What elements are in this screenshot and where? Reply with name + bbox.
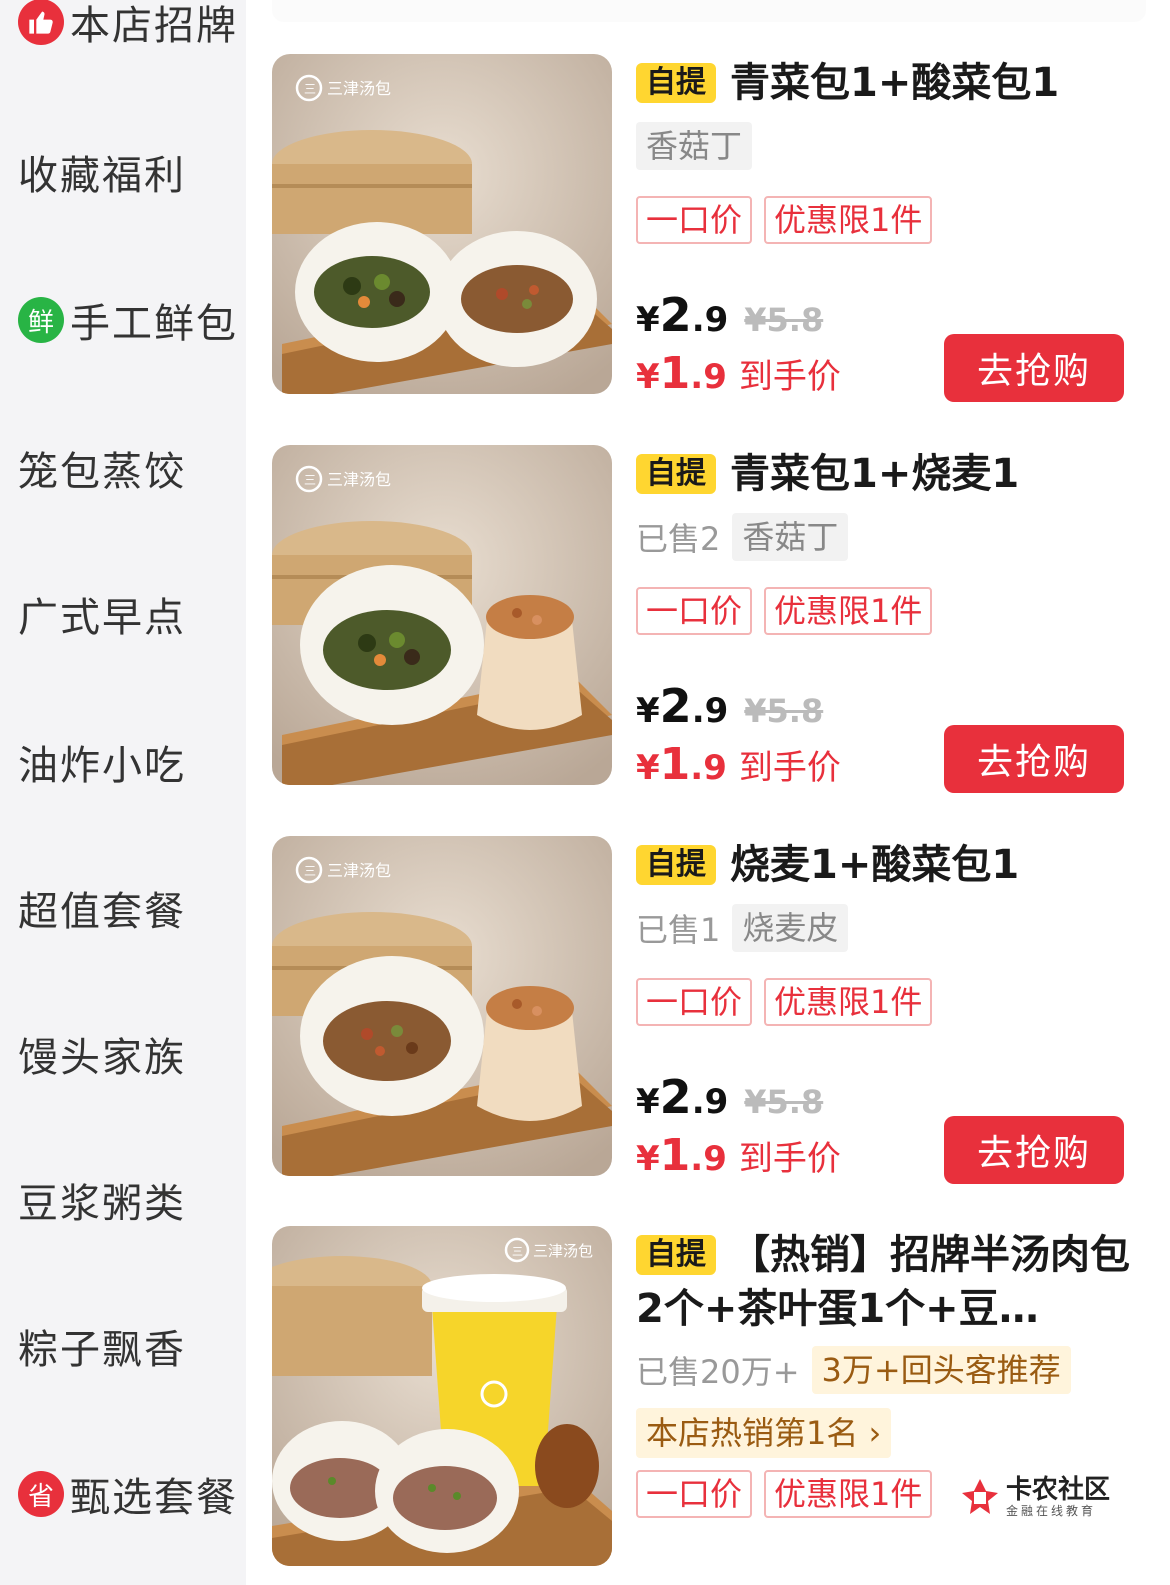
product-list: 三 三津汤包 自提 青菜包1+酸菜包1 香菇丁 一口价 优惠限1件 ¥2.9 ¥5… bbox=[246, 0, 1170, 1585]
bestseller-rank-link[interactable]: 本店热销第1名 › bbox=[636, 1408, 892, 1458]
pickup-tag: 自提 bbox=[636, 454, 716, 494]
svg-text:三: 三 bbox=[304, 82, 316, 96]
sidebar-item-soymilk[interactable]: 豆浆粥类 bbox=[18, 1170, 186, 1230]
previous-card-edge bbox=[272, 0, 1146, 22]
product-image[interactable]: 三 三津汤包 bbox=[272, 836, 612, 1176]
save-badge-icon: 省 bbox=[18, 1471, 64, 1517]
limit-tag: 优惠限1件 bbox=[764, 1470, 933, 1518]
sold-count: 已售20万+ bbox=[636, 1353, 800, 1391]
limit-tag: 优惠限1件 bbox=[764, 587, 933, 635]
buy-button[interactable]: 去抢购 bbox=[944, 725, 1124, 793]
product-title[interactable]: 自提 青菜包1+烧麦1 bbox=[636, 447, 1136, 501]
sidebar-item-label: 超值套餐 bbox=[18, 889, 186, 935]
limit-tag: 优惠限1件 bbox=[764, 196, 933, 244]
sidebar-item-fried[interactable]: 油炸小吃 bbox=[18, 732, 186, 792]
sidebar-item-label: 油炸小吃 bbox=[18, 743, 186, 789]
spec-chip: 烧麦皮 bbox=[732, 904, 849, 952]
sidebar-item-mantou[interactable]: 馒头家族 bbox=[18, 1024, 186, 1084]
spec-chip: 香菇丁 bbox=[636, 122, 753, 170]
fixed-price-tag: 一口价 bbox=[636, 196, 753, 244]
net-price-label: 到手价 bbox=[738, 748, 841, 788]
product-image[interactable]: 三 三津汤包 bbox=[272, 445, 612, 785]
original-price: ¥5.8 bbox=[744, 301, 824, 339]
buy-button[interactable]: 去抢购 bbox=[944, 334, 1124, 402]
sidebar-item-label: 甄选套餐 bbox=[70, 1475, 238, 1521]
watermark: 卡农社区 金融在线教育 bbox=[960, 1476, 1110, 1518]
net-price-label: 到手价 bbox=[738, 1139, 841, 1179]
fresh-badge-icon: 鲜 bbox=[18, 297, 64, 343]
svg-text:三津汤包: 三津汤包 bbox=[327, 470, 391, 489]
svg-text:三津汤包: 三津汤包 bbox=[327, 861, 391, 880]
watermark-subtitle: 金融在线教育 bbox=[1006, 1504, 1097, 1518]
promo-tags: 一口价 优惠限1件 bbox=[636, 978, 944, 1026]
fixed-price-tag: 一口价 bbox=[636, 978, 753, 1026]
sidebar-item-selected-sets[interactable]: 省 甄选套餐 bbox=[18, 1464, 238, 1524]
spec-chip: 香菇丁 bbox=[732, 513, 849, 561]
sidebar-item-label: 粽子飘香 bbox=[18, 1327, 186, 1373]
promo-tags: 一口价 优惠限1件 bbox=[636, 1470, 944, 1518]
product-image[interactable]: 三 三津汤包 bbox=[272, 1226, 612, 1566]
sidebar-item-favorites[interactable]: 收藏福利 bbox=[18, 142, 186, 202]
sidebar-item-label: 收藏福利 bbox=[18, 153, 186, 199]
net-price-row: ¥1.9 到手价 bbox=[636, 739, 841, 790]
sidebar-item-signature[interactable]: 本店招牌 bbox=[18, 0, 238, 52]
sidebar-item-label: 豆浆粥类 bbox=[18, 1181, 186, 1227]
price-row: ¥2.9 ¥5.8 bbox=[636, 288, 823, 342]
price-row: ¥2.9 ¥5.8 bbox=[636, 679, 823, 733]
svg-text:三津汤包: 三津汤包 bbox=[327, 79, 391, 98]
svg-text:三: 三 bbox=[304, 473, 316, 487]
sidebar-item-label: 本店招牌 bbox=[70, 3, 238, 49]
watermark-name: 卡农社区 bbox=[1006, 1475, 1111, 1505]
promo-tags: 一口价 优惠限1件 bbox=[636, 587, 944, 635]
product-meta: 已售1 烧麦皮 bbox=[636, 904, 849, 952]
net-price-row: ¥1.9 到手价 bbox=[636, 1130, 841, 1181]
fixed-price-tag: 一口价 bbox=[636, 1470, 753, 1518]
product-title[interactable]: 自提 青菜包1+酸菜包1 bbox=[636, 56, 1136, 110]
sidebar-item-zongzi[interactable]: 粽子飘香 bbox=[18, 1316, 186, 1376]
sidebar-item-value-sets[interactable]: 超值套餐 bbox=[18, 878, 186, 938]
original-price: ¥5.8 bbox=[744, 1083, 824, 1121]
sidebar-item-cantonese[interactable]: 广式早点 bbox=[18, 584, 186, 644]
pickup-tag: 自提 bbox=[636, 1235, 716, 1275]
watermark-logo-icon bbox=[960, 1477, 1000, 1517]
net-price-row: ¥1.9 到手价 bbox=[636, 348, 841, 399]
buy-button[interactable]: 去抢购 bbox=[944, 1116, 1124, 1184]
svg-text:三津汤包: 三津汤包 bbox=[533, 1242, 593, 1260]
product-image[interactable]: 三 三津汤包 bbox=[272, 54, 612, 394]
sidebar-item-fresh-buns[interactable]: 鲜 手工鲜包 bbox=[18, 290, 238, 350]
sold-count: 已售2 bbox=[636, 520, 721, 558]
product-title[interactable]: 自提 【热销】招牌半汤肉包2个+茶叶蛋1个+豆… bbox=[636, 1228, 1136, 1336]
net-price-label: 到手价 bbox=[738, 357, 841, 397]
fixed-price-tag: 一口价 bbox=[636, 587, 753, 635]
thumbs-up-icon bbox=[18, 0, 64, 45]
current-price: ¥2.9 bbox=[636, 1070, 729, 1124]
sidebar-item-label: 广式早点 bbox=[18, 595, 186, 641]
current-price: ¥2.9 bbox=[636, 679, 729, 733]
sold-count: 已售1 bbox=[636, 911, 721, 949]
limit-tag: 优惠限1件 bbox=[764, 978, 933, 1026]
pickup-tag: 自提 bbox=[636, 63, 716, 103]
svg-text:三: 三 bbox=[512, 1245, 523, 1258]
product-meta: 香菇丁 bbox=[636, 122, 753, 170]
price-row: ¥2.9 ¥5.8 bbox=[636, 1070, 823, 1124]
sidebar-item-steamed[interactable]: 笼包蒸饺 bbox=[18, 438, 186, 498]
svg-text:三: 三 bbox=[304, 864, 316, 878]
original-price: ¥5.8 bbox=[744, 692, 824, 730]
repeat-customer-chip: 3万+回头客推荐 bbox=[811, 1346, 1071, 1394]
product-meta: 已售2 香菇丁 bbox=[636, 513, 849, 561]
product-title[interactable]: 自提 烧麦1+酸菜包1 bbox=[636, 838, 1136, 892]
sidebar-item-label: 手工鲜包 bbox=[70, 301, 238, 347]
sidebar-item-label: 馒头家族 bbox=[18, 1035, 186, 1081]
product-meta: 已售20万+ 3万+回头客推荐 bbox=[636, 1346, 1071, 1394]
current-price: ¥2.9 bbox=[636, 288, 729, 342]
category-sidebar: 本店招牌 收藏福利 鲜 手工鲜包 笼包蒸饺 广式早点 油炸小吃 超值套餐 馒头家… bbox=[0, 0, 246, 1585]
sidebar-item-label: 笼包蒸饺 bbox=[18, 449, 186, 495]
promo-tags: 一口价 优惠限1件 bbox=[636, 196, 944, 244]
pickup-tag: 自提 bbox=[636, 845, 716, 885]
